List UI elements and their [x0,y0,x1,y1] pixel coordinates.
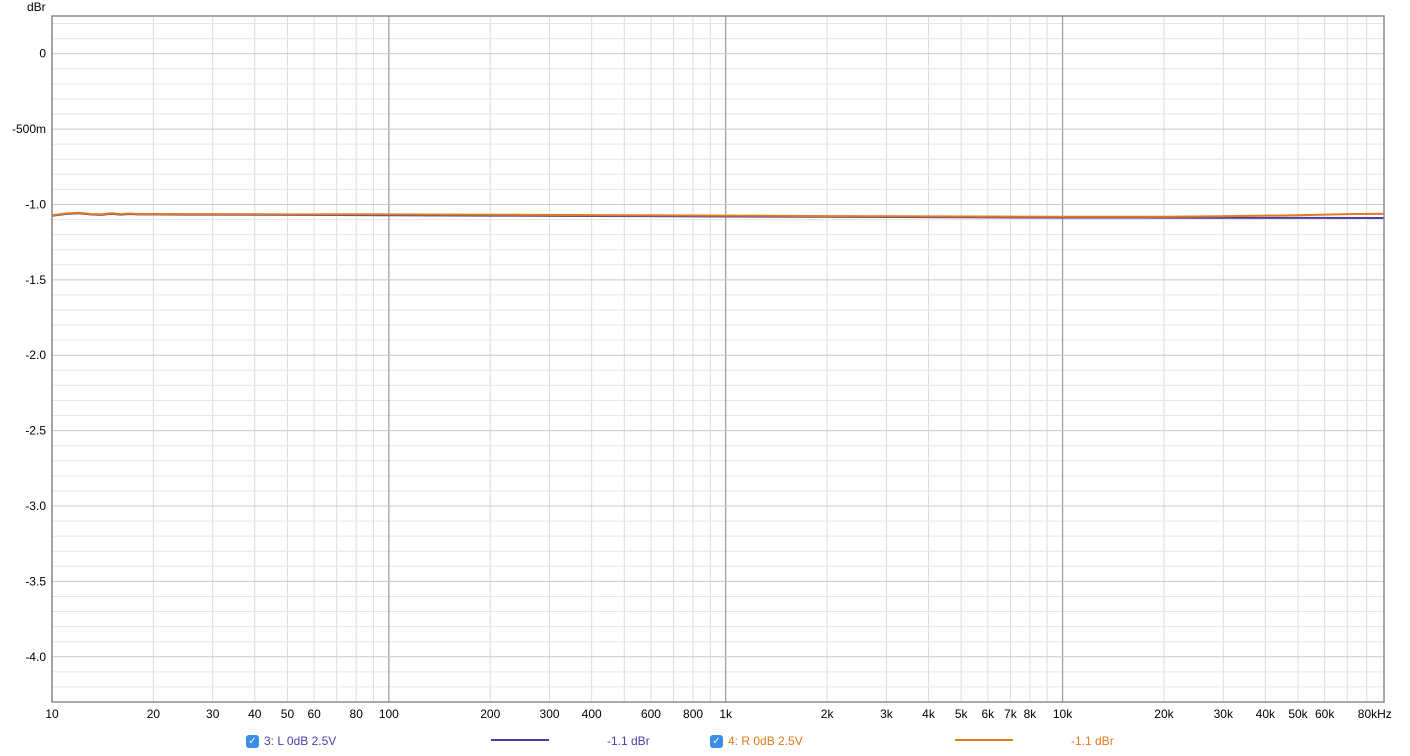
x-tick-label: 300 [540,707,560,721]
y-tick-label: -1.5 [25,273,46,287]
y-tick-label: -3.5 [25,574,46,588]
x-tick-label: 20k [1154,707,1174,721]
x-tick-label: 80 [350,707,364,721]
y-tick-label: 0 [39,47,46,61]
x-tick-label: 40k [1256,707,1276,721]
y-tick-label: -2.0 [25,348,46,362]
x-tick-label: 600 [641,707,661,721]
y-axis-labels: 0 -500m -1.0 -1.5 -2.0 -2.5 -3.0 -3.5 -4.0 [12,47,46,664]
y-tick-label: -500m [12,122,46,136]
x-tick-label: 2k [821,707,835,721]
y-tick-label: -3.0 [25,499,46,513]
x-tick-label: 10k [1053,707,1073,721]
x-tick-label: 30k [1214,707,1234,721]
x-tick-label: 1k [719,707,733,721]
legend-item-right[interactable]: ✓ 4: R 0dB 2.5V [710,730,803,752]
x-tick-label: 100 [379,707,399,721]
chart-canvas: 0 -500m -1.0 -1.5 -2.0 -2.5 -3.0 -3.5 -4.0 10 20 3… [12,0,1392,721]
legend: ✓ 3: L 0dB 2.5V -1.1 dBr ✓ 4: R 0dB 2.5V… [0,730,1410,752]
legend-reading-right: -1.1 dBr [1071,734,1114,748]
legend-label-left: 3: L 0dB 2.5V [264,734,337,748]
x-tick-label: 30 [206,707,220,721]
legend-item-left[interactable]: ✓ 3: L 0dB 2.5V [246,730,336,752]
legend-swatch-left [491,739,549,741]
x-tick-label: 8k [1024,707,1038,721]
x-tick-label: 80kHz [1358,707,1392,721]
x-tick-label: 5k [955,707,969,721]
x-tick-label: 40 [248,707,262,721]
y-axis-unit: dBr [27,0,46,14]
x-tick-label: 60k [1315,707,1335,721]
plot-background [52,16,1384,702]
checkbox-checked-icon[interactable]: ✓ [246,734,259,748]
x-tick-label: 7k [1004,707,1018,721]
x-tick-label: 10 [45,707,59,721]
y-tick-label: -2.5 [25,424,46,438]
legend-swatch-right [955,739,1013,741]
x-axis-labels: 10 20 30 40 50 60 80 100 200 300 400 600 800 1k 2k 3k 4k… [45,707,1391,721]
x-tick-label: 20 [147,707,161,721]
y-tick-label: -1.0 [25,197,46,211]
x-tick-label: 4k [922,707,936,721]
legend-reading-left: -1.1 dBr [607,734,650,748]
y-tick-label: -4.0 [25,650,46,664]
x-tick-label: 200 [480,707,500,721]
x-tick-label: 6k [981,707,995,721]
x-tick-label: 50 [281,707,295,721]
x-tick-label: 50k [1288,707,1308,721]
checkbox-checked-icon[interactable]: ✓ [710,734,723,748]
x-tick-label: 3k [880,707,894,721]
x-tick-label: 60 [307,707,321,721]
x-tick-label: 400 [582,707,602,721]
legend-label-right: 4: R 0dB 2.5V [728,734,803,748]
x-tick-label: 800 [683,707,703,721]
